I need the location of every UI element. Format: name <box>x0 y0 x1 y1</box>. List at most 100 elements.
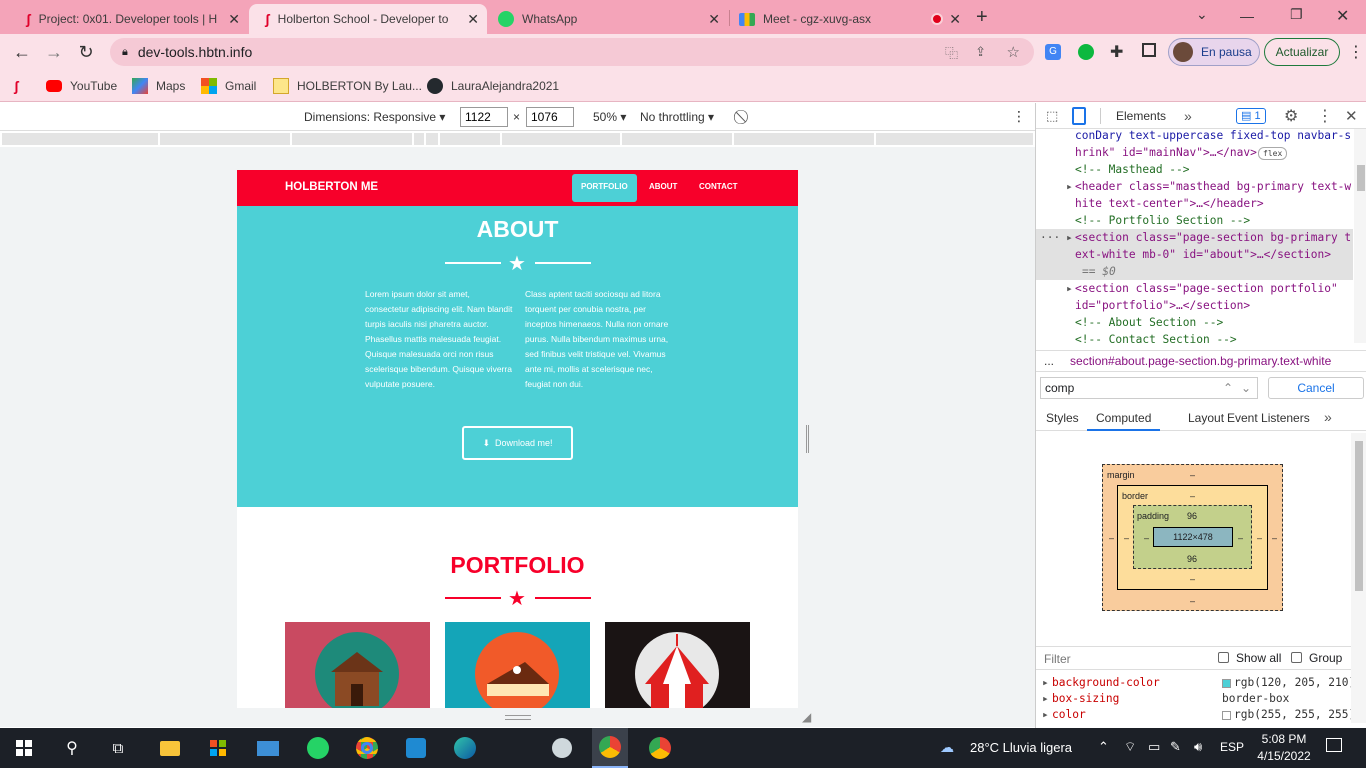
device-toggle-icon[interactable] <box>1072 106 1086 125</box>
media-query-segment[interactable] <box>2 133 158 145</box>
resize-corner-icon[interactable]: ◢ <box>802 710 811 724</box>
expand-arrow-icon[interactable]: ▸ <box>1042 692 1049 705</box>
resize-handle-right[interactable] <box>806 425 809 453</box>
dom-line[interactable]: <!-- About Section --> <box>1036 314 1353 331</box>
portfolio-card-cabin[interactable] <box>285 622 430 708</box>
dom-line[interactable]: ▸ ··· <section class="page-section bg-prim… <box>1036 229 1353 246</box>
group-checkbox[interactable] <box>1291 652 1302 663</box>
more-subtabs-icon[interactable]: » <box>1324 409 1332 425</box>
dom-line[interactable]: hrink" id="mainNav">…</nav> flex <box>1036 144 1353 161</box>
clock-date[interactable]: 4/15/2022 <box>1254 749 1314 763</box>
close-tab-icon[interactable]: ✕ <box>467 11 479 28</box>
box-model-padding[interactable]: padding 96 96 – – 1122×478 <box>1133 505 1252 569</box>
width-input[interactable] <box>460 106 508 127</box>
translate-icon[interactable]: ⿻ <box>945 43 958 62</box>
extension-icon[interactable] <box>1078 44 1094 60</box>
inspect-icon[interactable]: ⬚ <box>1046 108 1058 124</box>
search-box[interactable]: comp ⌃ ⌄ <box>1040 377 1258 399</box>
media-query-segment[interactable] <box>622 133 732 145</box>
box-model-border[interactable]: border – – – – padding 96 96 – – 1122×47… <box>1117 485 1268 590</box>
forward-icon[interactable]: → <box>40 38 68 66</box>
restore-icon[interactable]: ❐ <box>1290 6 1303 23</box>
nav-portfolio[interactable]: PORTFOLIO <box>581 182 628 191</box>
devtools-menu-icon[interactable]: ⋮ <box>1317 106 1333 126</box>
tab-search-icon[interactable]: ⌄ <box>1196 6 1208 23</box>
expand-arrow-icon[interactable]: ▸ <box>1066 178 1073 195</box>
side-panel-icon[interactable] <box>1142 43 1156 57</box>
new-tab-button[interactable]: + <box>976 6 988 29</box>
show-hidden-icons[interactable]: ⌃ <box>1098 739 1109 755</box>
close-tab-icon[interactable]: ✕ <box>708 11 720 28</box>
expand-arrow-icon[interactable]: ▸ <box>1066 280 1073 297</box>
node-menu-icon[interactable]: ··· <box>1040 229 1060 246</box>
settings-gear-icon[interactable]: ⚙ <box>1284 106 1298 126</box>
throttling-select[interactable]: No throttling ▾ <box>640 110 714 124</box>
expand-arrow-icon[interactable]: ▸ <box>1042 676 1049 689</box>
expand-arrow-icon[interactable]: ▸ <box>1066 229 1073 246</box>
close-window-icon[interactable]: ✕ <box>1336 6 1349 26</box>
media-query-segment[interactable] <box>160 133 290 145</box>
volume-icon[interactable]: 🔊︎ <box>1194 739 1202 755</box>
computed-property-row[interactable]: ▸ background-color rgb(120, 205, 210) <box>1036 676 1351 692</box>
dom-line[interactable]: ext-white mb-0" id="about">…</section> <box>1036 246 1353 263</box>
bookmark-holberton-folder[interactable]: HOLBERTON By Lau... <box>273 76 422 96</box>
search-icon[interactable]: ⚲ <box>54 728 90 768</box>
edge-icon[interactable] <box>447 728 483 768</box>
bookmark-gmail[interactable]: Gmail <box>201 76 256 96</box>
nav-contact[interactable]: CONTACT <box>699 182 738 191</box>
dom-line[interactable]: id="portfolio">…</section> <box>1036 297 1353 314</box>
dom-line[interactable]: ▸ <header class="masthead bg-primary text… <box>1036 178 1353 195</box>
dom-line[interactable]: hite text-center">…</header> <box>1036 195 1353 212</box>
reload-icon[interactable]: ↻ <box>72 38 100 66</box>
profile-button[interactable]: En pausa <box>1168 38 1260 66</box>
whatsapp-icon[interactable] <box>300 728 336 768</box>
bookmark-maps[interactable]: Maps <box>132 76 185 96</box>
close-tab-icon[interactable]: ✕ <box>228 11 240 28</box>
computed-property-row[interactable]: ▸ color rgb(255, 255, 255) <box>1036 708 1351 724</box>
download-button[interactable]: ⬇ Download me! <box>462 426 573 460</box>
breadcrumb-ellipsis[interactable]: ... <box>1044 354 1054 368</box>
weather-text[interactable]: 28°C Lluvia ligera <box>970 740 1072 755</box>
chrome-icon[interactable] <box>349 728 385 768</box>
extensions-puzzle-icon[interactable]: ✚ <box>1110 42 1123 62</box>
box-model-margin[interactable]: margin – – – – border – – – – padding 96… <box>1102 464 1283 611</box>
device-menu-icon[interactable]: ⋮ <box>1012 108 1026 125</box>
expand-arrow-icon[interactable]: ▸ <box>1042 708 1049 721</box>
nav-about[interactable]: ABOUT <box>649 182 677 191</box>
tab-holberton-devtools[interactable]: ʃ Holberton School - Developer to ✕ <box>249 4 487 34</box>
dom-line[interactable]: <!-- Masthead --> <box>1036 161 1353 178</box>
file-explorer-icon[interactable] <box>152 728 188 768</box>
media-query-segment[interactable] <box>502 133 620 145</box>
search-prev-icon[interactable]: ⌃ <box>1223 381 1233 395</box>
flex-badge[interactable]: flex <box>1258 147 1288 160</box>
holberton-bookmark[interactable]: ʃ <box>14 76 19 96</box>
zoom-select[interactable]: 50% ▾ <box>593 110 626 124</box>
dom-line[interactable]: <!-- Portfolio Section --> <box>1036 212 1353 229</box>
share-icon[interactable]: ⇪ <box>975 44 986 60</box>
filter-input[interactable]: Filter <box>1044 652 1071 666</box>
computed-scrollbar[interactable] <box>1351 433 1366 723</box>
site-brand[interactable]: HOLBERTON ME <box>285 181 378 193</box>
portfolio-card-circus[interactable] <box>605 622 750 708</box>
subtab-computed[interactable]: Computed <box>1087 411 1161 431</box>
language-indicator[interactable]: ESP <box>1220 740 1244 754</box>
paint-icon[interactable] <box>544 728 580 768</box>
portfolio-card-cake[interactable] <box>445 622 590 708</box>
translate-extension-icon[interactable]: G <box>1045 44 1061 60</box>
subtab-styles[interactable]: Styles <box>1046 411 1079 425</box>
clock-time[interactable]: 5:08 PM <box>1258 732 1310 746</box>
more-tabs-icon[interactable]: » <box>1184 108 1192 124</box>
bookmark-github[interactable]: LauraAlejandra2021 <box>427 76 559 96</box>
store-icon[interactable] <box>200 728 236 768</box>
dimensions-select[interactable]: Dimensions: Responsive ▾ <box>304 110 445 124</box>
dom-line[interactable]: == $0 <box>1036 263 1353 280</box>
tab-elements[interactable]: Elements <box>1116 109 1166 123</box>
media-query-segment[interactable] <box>292 133 412 145</box>
media-query-segment[interactable] <box>876 133 1033 145</box>
bookmark-youtube[interactable]: YouTube <box>46 76 117 96</box>
media-query-segment[interactable] <box>734 133 874 145</box>
search-input[interactable]: comp <box>1045 381 1074 395</box>
color-swatch[interactable] <box>1222 711 1231 720</box>
tab-project[interactable]: ʃ Project: 0x01. Developer tools | H ✕ <box>10 4 248 34</box>
chrome-icon[interactable] <box>642 728 678 768</box>
